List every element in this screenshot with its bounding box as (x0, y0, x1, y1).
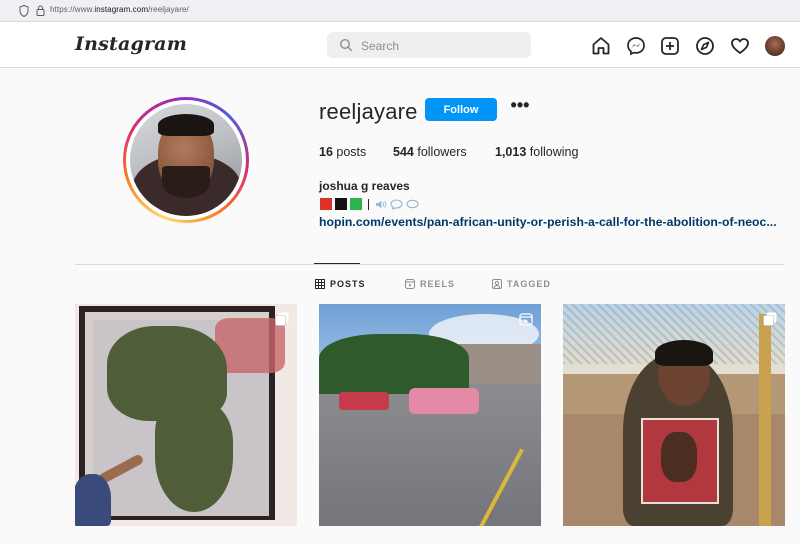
tagged-icon (492, 279, 502, 289)
messenger-icon[interactable] (626, 36, 646, 56)
reels-icon (405, 279, 415, 289)
photo-album-portrait (661, 432, 697, 482)
explore-icon[interactable] (695, 36, 715, 56)
url-text[interactable]: https://www.instagram.com/reeljayare/ (50, 5, 189, 14)
carousel-icon (763, 312, 777, 326)
instagram-logo[interactable]: Instagram (75, 33, 187, 55)
reel-icon (519, 313, 533, 326)
follow-button[interactable]: Follow (425, 98, 497, 121)
profile-website-link[interactable]: hopin.com/events/pan-african-unity-or-pe… (319, 215, 777, 229)
new-post-icon[interactable] (660, 36, 680, 56)
post-thumbnail[interactable] (75, 304, 297, 526)
posts-label: posts (336, 145, 367, 159)
grid-icon (315, 279, 325, 289)
photo-pink-car (409, 388, 479, 414)
photo-map-land-south (155, 402, 233, 512)
photo-trees (319, 334, 469, 394)
photo-pole (759, 314, 771, 526)
following-stat[interactable]: 1,013 following (495, 145, 578, 159)
shield-icon[interactable] (19, 5, 29, 17)
more-options-icon[interactable]: ••• (509, 96, 531, 120)
following-count: 1,013 (495, 145, 527, 159)
profile-username: reeljayare (319, 99, 418, 124)
lock-icon[interactable] (36, 5, 45, 16)
tab-posts[interactable]: POSTS (315, 279, 366, 289)
post-thumbnail[interactable] (319, 304, 541, 526)
photo-beard (162, 166, 210, 198)
thought-bubble-icon (406, 199, 419, 208)
url-host: instagram.com (94, 5, 149, 14)
profile-avatar[interactable] (765, 36, 785, 56)
speech-bubble-icon (390, 198, 403, 210)
speaker-icon (376, 200, 387, 208)
following-label: following (529, 145, 579, 159)
green-square-emoji (350, 198, 362, 210)
profile-picture[interactable] (123, 97, 249, 223)
photo-hair (158, 114, 214, 136)
tab-reels[interactable]: REELS (405, 279, 455, 289)
carousel-icon (275, 312, 289, 326)
search-placeholder: Search (361, 39, 400, 53)
tabs-divider (75, 264, 784, 265)
active-tab-indicator (314, 263, 360, 264)
activity-heart-icon[interactable] (730, 36, 750, 56)
browser-url-bar[interactable]: https://www.instagram.com/reeljayare/ (0, 0, 800, 22)
search-box[interactable]: Search (327, 32, 531, 58)
search-icon (339, 38, 353, 52)
post-thumbnail[interactable] (563, 304, 785, 526)
tab-posts-label: POSTS (330, 279, 366, 289)
bio-separator (368, 198, 369, 210)
url-prefix: https://www. (50, 5, 95, 14)
url-path: /reeljayare/ (148, 5, 189, 14)
tab-reels-label: REELS (420, 279, 456, 289)
profile-photo (130, 104, 242, 216)
profile-full-name: joshua g reaves (319, 179, 410, 193)
photo-person (75, 474, 111, 526)
followers-stat[interactable]: 544 followers (393, 145, 467, 159)
posts-count: 16 (319, 145, 333, 159)
photo-hair (655, 340, 713, 366)
instagram-header: Instagram Search (0, 22, 800, 68)
home-icon[interactable] (591, 36, 611, 56)
red-square-emoji (320, 198, 332, 210)
followers-count: 544 (393, 145, 414, 159)
posts-stat: 16 posts (319, 145, 366, 159)
profile-picture-border (126, 100, 246, 220)
tab-tagged[interactable]: TAGGED (492, 279, 551, 289)
bio-emoji-row (320, 197, 419, 211)
black-square-emoji (335, 198, 347, 210)
photo-red-car (339, 392, 389, 410)
photo-building (459, 344, 541, 384)
followers-label: followers (417, 145, 467, 159)
tab-tagged-label: TAGGED (507, 279, 551, 289)
